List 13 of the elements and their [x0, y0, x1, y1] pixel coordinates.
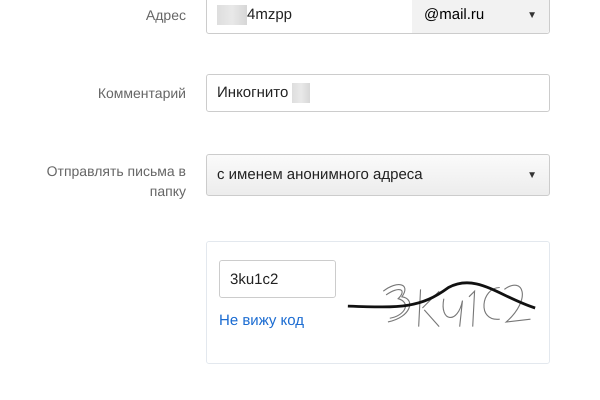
comment-value: Инкогнито: [217, 82, 288, 103]
field-label: Отправлять письма в папку: [46, 162, 186, 201]
captcha-refresh-link[interactable]: Не вижу код: [219, 310, 304, 332]
caret-icon: ▼: [527, 8, 537, 22]
field-label: Адрес: [144, 6, 186, 25]
captcha-input[interactable]: 3ku1c2: [219, 260, 336, 298]
caret-icon: ▼: [527, 168, 537, 182]
comment-field[interactable]: Инкогнито: [206, 74, 550, 112]
field-label: Комментарий: [96, 84, 186, 103]
folder-select[interactable]: с именем анонимного адреса ▼: [206, 154, 550, 196]
address-value: 4mzpp: [247, 4, 292, 25]
domain-dropdown[interactable]: @mail.ru ▼: [412, 0, 549, 33]
address-field[interactable]: 4mzpp @mail.ru ▼: [206, 0, 550, 34]
